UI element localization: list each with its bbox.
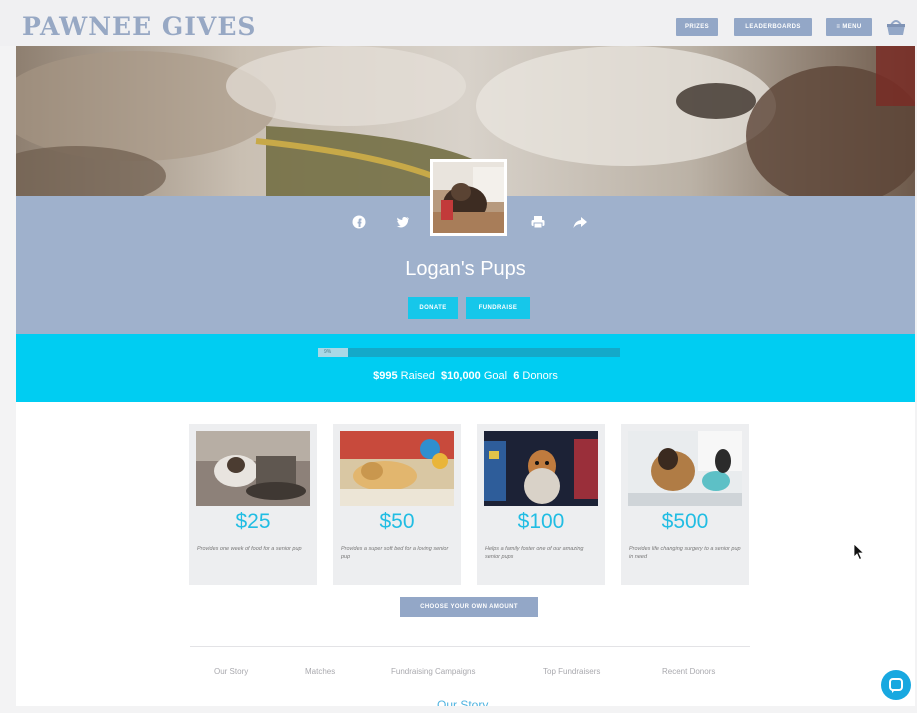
choose-own-amount-button[interactable]: CHOOSE YOUR OWN AMOUNT [400,597,538,617]
progress-percent: 9% [324,349,332,355]
goal-label: Goal [483,370,508,382]
donors-label: Donors [522,370,558,382]
site-header: PAWNEE GIVES PRIZES LEADERBOARDS ≡ MENU [0,0,917,46]
print-icon[interactable] [530,214,546,230]
campaign-page: Logan's Pups DONATE FUNDRAISE 9% $995 Ra… [16,46,915,706]
donation-card-25[interactable]: $25 Provides one week of food for a seni… [189,424,317,585]
twitter-icon[interactable] [395,214,411,230]
section-heading: Our Story [437,698,489,706]
goal-amount: $10,000 [441,370,481,382]
organization-name: Logan's Pups [405,258,526,280]
basket-icon[interactable] [884,15,908,39]
donation-card-100[interactable]: $100 Helps a family foster one of our am… [477,424,605,585]
card-description: Helps a family foster one of our amazing… [485,546,584,560]
donation-card-50[interactable]: $50 Provides a super soft bed for a lovi… [333,424,461,585]
chat-icon [889,678,903,693]
profile-avatar [430,159,507,236]
site-logo[interactable]: PAWNEE GIVES [22,12,256,41]
facebook-icon[interactable] [351,214,367,230]
card-image [484,431,598,506]
fundraise-button[interactable]: FUNDRAISE [466,297,530,319]
raised-amount: $995 [373,370,398,382]
progress-band: 9% $995 Raised $10,000 Goal 6 Donors [16,334,915,402]
card-description: Provides a super soft bed for a loving s… [341,546,449,560]
mouse-cursor-icon [853,543,865,561]
card-amount: $25 [235,510,271,533]
donors-count: 6 [513,370,520,382]
progress-bar-fill [318,348,349,357]
card-image [340,431,454,506]
leaderboards-button[interactable]: LEADERBOARDS [734,18,812,36]
card-image [196,431,310,506]
card-image [628,431,742,506]
tab-recent-donors[interactable]: Recent Donors [662,667,715,676]
menu-button[interactable]: ≡ MENU [826,18,872,36]
card-description: Provides one week of food for a senior p… [197,546,302,552]
share-icon[interactable] [572,214,588,230]
donate-button[interactable]: DONATE [408,297,458,319]
chat-launcher-button[interactable] [881,670,911,700]
prizes-button[interactable]: PRIZES [676,18,718,36]
card-amount: $500 [661,510,709,533]
section-divider [190,646,750,647]
raised-label: Raised [400,370,435,382]
donation-card-500[interactable]: $500 Provides life changing surgery to a… [621,424,749,585]
card-amount: $50 [379,510,415,533]
progress-bar: 9% [318,348,620,357]
card-amount: $100 [517,510,565,533]
tab-top-fundraisers[interactable]: Top Fundraisers [543,667,600,676]
tab-our-story[interactable]: Our Story [214,667,248,676]
tab-matches[interactable]: Matches [305,667,335,676]
fundraising-stats: $995 Raised $10,000 Goal 6 Donors [16,370,915,382]
card-description: Provides life changing surgery to a seni… [629,546,741,560]
tab-fundraising-campaigns[interactable]: Fundraising Campaigns [391,667,476,676]
